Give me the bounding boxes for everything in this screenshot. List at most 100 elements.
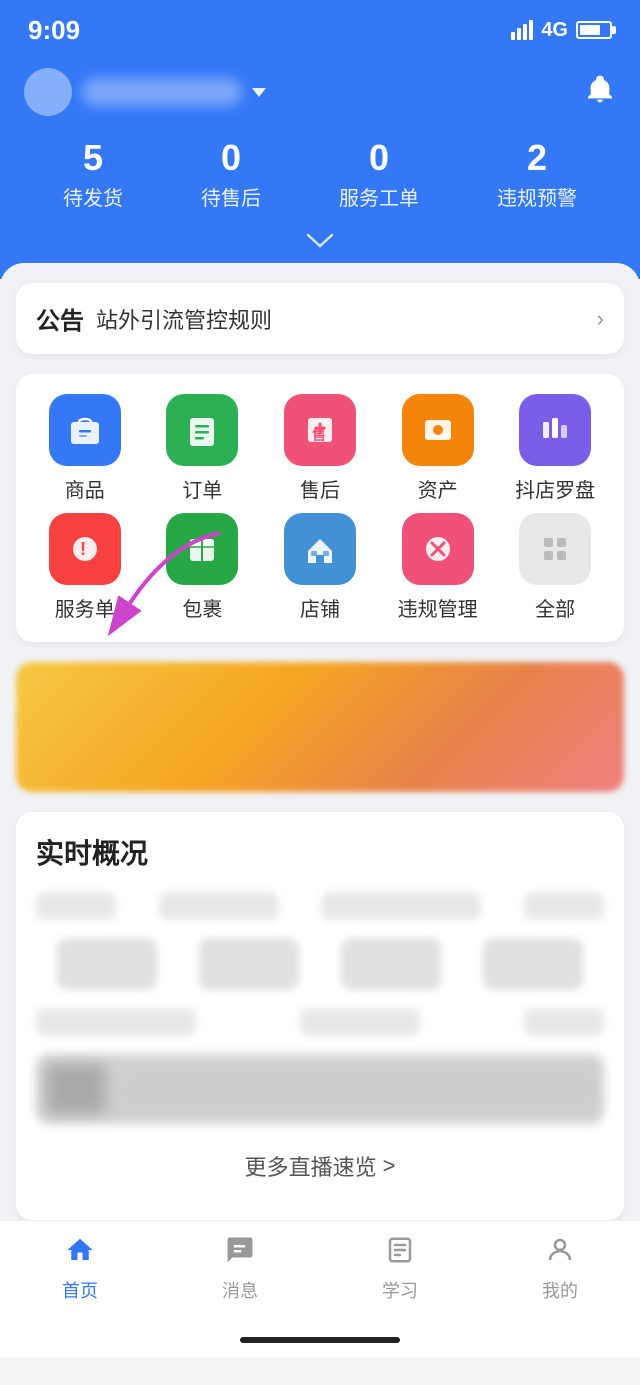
aftersale-icon: 售 xyxy=(284,394,356,466)
realtime-row-2 xyxy=(36,938,604,990)
menu-item-all[interactable]: 全部 xyxy=(505,513,605,622)
assets-label: 资产 xyxy=(418,474,458,503)
announcement-bar[interactable]: 公告 站外引流管控规则 › xyxy=(16,283,624,354)
menu-row-1: 商品 订单 xyxy=(26,394,614,503)
nav-item-mine[interactable]: 我的 xyxy=(520,1235,600,1303)
blur-data-7 xyxy=(524,1008,604,1036)
blur-data-4 xyxy=(524,892,604,920)
stat-num-aftersale: 0 xyxy=(201,140,261,176)
menu-item-goods[interactable]: 商品 xyxy=(35,394,135,503)
nav-label-home: 首页 xyxy=(62,1277,98,1303)
signal-icon xyxy=(511,20,533,40)
messages-icon xyxy=(225,1235,255,1273)
stat-num-violation: 2 xyxy=(497,140,577,176)
store-icon xyxy=(284,513,356,585)
stat-label-ship: 待发货 xyxy=(63,182,123,211)
blur-data-2 xyxy=(159,892,279,920)
violation-label: 违规管理 xyxy=(398,593,478,622)
expand-chevron-icon[interactable] xyxy=(24,229,616,259)
stat-waiting-ship[interactable]: 5 待发货 xyxy=(63,140,123,211)
nav-item-messages[interactable]: 消息 xyxy=(200,1235,280,1303)
menu-item-aftersale[interactable]: 售 售后 xyxy=(270,394,370,503)
stat-label-aftersale: 待售后 xyxy=(201,182,261,211)
announcement-text: 站外引流管控规则 xyxy=(96,303,597,335)
stat-num-ship: 5 xyxy=(63,140,123,176)
nav-item-learn[interactable]: 学习 xyxy=(360,1235,440,1303)
nav-label-learn: 学习 xyxy=(382,1277,418,1303)
announcement-arrow-icon: › xyxy=(597,306,604,332)
mine-icon xyxy=(545,1235,575,1273)
menu-item-package[interactable]: 包裹 xyxy=(152,513,252,622)
realtime-title: 实时概况 xyxy=(36,832,604,872)
realtime-row-1 xyxy=(36,892,604,920)
goods-label: 商品 xyxy=(65,474,105,503)
learn-icon xyxy=(385,1235,415,1273)
svg-text:售: 售 xyxy=(311,427,326,443)
more-live-arrow-icon: > xyxy=(383,1153,396,1179)
blur-metric-3 xyxy=(341,938,441,990)
stat-after-sale[interactable]: 0 待售后 xyxy=(201,140,261,211)
status-bar: 9:09 4G xyxy=(0,0,640,56)
blur-metric-2 xyxy=(199,938,299,990)
assets-icon xyxy=(402,394,474,466)
status-icons: 4G xyxy=(511,19,612,42)
network-label: 4G xyxy=(541,19,568,42)
blur-data-6 xyxy=(300,1008,420,1036)
menu-item-orders[interactable]: 订单 xyxy=(152,394,252,503)
goods-icon xyxy=(49,394,121,466)
store-label: 店铺 xyxy=(300,593,340,622)
content-area: 公告 站外引流管控规则 › 商品 xyxy=(0,263,640,1220)
banner-image[interactable] xyxy=(16,662,624,792)
blur-data-5 xyxy=(36,1008,196,1036)
package-icon xyxy=(166,513,238,585)
menu-item-violation[interactable]: 违规管理 xyxy=(388,513,488,622)
menu-item-service[interactable]: ! 服务单 xyxy=(35,513,135,622)
bottom-nav: 首页 消息 学习 xyxy=(0,1220,640,1327)
more-live-button[interactable]: 更多直播速览 > xyxy=(36,1132,604,1200)
all-icon xyxy=(519,513,591,585)
header: 5 待发货 0 待售后 0 服务工单 2 违规预警 xyxy=(0,56,640,279)
realtime-row-3 xyxy=(36,1008,604,1036)
orders-label: 订单 xyxy=(182,474,222,503)
store-avatar xyxy=(24,68,72,116)
stat-num-service: 0 xyxy=(339,140,419,176)
status-time: 9:09 xyxy=(28,15,80,46)
store-selector[interactable] xyxy=(24,68,616,116)
menu-item-store[interactable]: 店铺 xyxy=(270,513,370,622)
compass-label: 抖店罗盘 xyxy=(515,474,595,503)
aftersale-label: 售后 xyxy=(300,474,340,503)
blur-data-3 xyxy=(321,892,481,920)
stat-violation[interactable]: 2 违规预警 xyxy=(497,140,577,211)
orders-icon xyxy=(166,394,238,466)
svg-text:!: ! xyxy=(80,539,86,559)
realtime-section: 实时概况 xyxy=(16,812,624,1220)
stat-label-violation: 违规预警 xyxy=(497,182,577,211)
nav-item-home[interactable]: 首页 xyxy=(40,1235,120,1303)
home-icon xyxy=(65,1235,95,1273)
home-indicator xyxy=(0,1327,640,1357)
nav-label-mine: 我的 xyxy=(542,1277,578,1303)
store-name xyxy=(82,78,242,106)
blur-metric-1 xyxy=(57,938,157,990)
all-label: 全部 xyxy=(535,593,575,622)
nav-label-messages: 消息 xyxy=(222,1277,258,1303)
menu-item-assets[interactable]: 资产 xyxy=(388,394,488,503)
blur-metric-4 xyxy=(483,938,583,990)
menu-row-2: ! 服务单 包裹 xyxy=(26,513,614,622)
notification-bell-icon[interactable] xyxy=(584,73,616,112)
store-chevron-icon xyxy=(252,88,266,97)
service-label: 服务单 xyxy=(55,593,115,622)
more-live-text: 更多直播速览 xyxy=(245,1150,377,1182)
menu-grid: 商品 订单 xyxy=(16,374,624,642)
violation-icon xyxy=(402,513,474,585)
home-bar xyxy=(240,1337,400,1343)
blur-data-1 xyxy=(36,892,116,920)
stat-service-order[interactable]: 0 服务工单 xyxy=(339,140,419,211)
stat-label-service: 服务工单 xyxy=(339,182,419,211)
service-icon: ! xyxy=(49,513,121,585)
battery-icon xyxy=(576,21,612,39)
stats-row: 5 待发货 0 待售后 0 服务工单 2 违规预警 xyxy=(24,140,616,211)
menu-item-compass[interactable]: 抖店罗盘 xyxy=(505,394,605,503)
compass-icon xyxy=(519,394,591,466)
announcement-label: 公告 xyxy=(36,301,84,336)
